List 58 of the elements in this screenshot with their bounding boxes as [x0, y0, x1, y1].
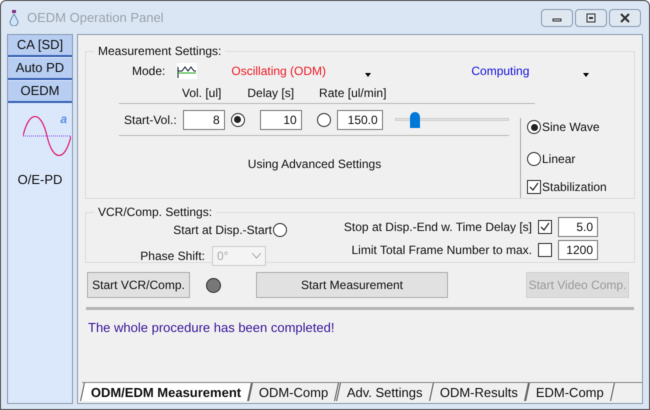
- tab[interactable]: ODM/EDM Measurement: [80, 383, 252, 401]
- time-delay-field[interactable]: 5.0: [558, 217, 598, 237]
- wave-option[interactable]: Sine Wave: [542, 118, 600, 136]
- maximize-button[interactable]: [575, 9, 607, 27]
- radio-button[interactable]: [273, 223, 287, 237]
- sidebar-letter: a: [60, 111, 67, 128]
- mode-label: Mode:: [132, 63, 166, 80]
- advanced-settings-text: Using Advanced Settings: [246, 156, 382, 173]
- close-icon: [619, 13, 631, 23]
- group-title: Measurement Settings:: [97, 43, 222, 60]
- action-button[interactable]: Start Measurement: [256, 272, 448, 298]
- sidebar-caption: O/E-PD: [16, 171, 64, 189]
- rate-slider[interactable]: [394, 112, 509, 128]
- radio-button[interactable]: [527, 120, 541, 134]
- checkbox[interactable]: [538, 220, 552, 234]
- caret-icon: [583, 73, 590, 77]
- sidebar-item[interactable]: OEDM: [8, 81, 72, 103]
- delay-field[interactable]: 10: [260, 110, 302, 130]
- tab[interactable]: ODM-Comp: [248, 383, 340, 401]
- radio-button[interactable]: [527, 152, 541, 166]
- slider-thumb[interactable]: [410, 112, 420, 128]
- waveform-icon: [177, 63, 198, 79]
- status-message: The whole procedure has been completed!: [88, 319, 336, 337]
- sidebar-item[interactable]: CA [SD]: [8, 35, 72, 57]
- radio-button[interactable]: [316, 112, 331, 126]
- group-title: VCR/Comp. Settings:: [97, 204, 214, 221]
- sine-wave-icon: [23, 116, 71, 156]
- start-vol-label: Start-Vol.:: [124, 112, 177, 128]
- column-header: Vol. [ul]: [182, 84, 222, 102]
- computing-dropdown[interactable]: Computing: [471, 62, 590, 80]
- limit-frames-label: Limit Total Frame Number to max.: [352, 242, 532, 259]
- wave-option[interactable]: Linear: [542, 150, 576, 168]
- app-icon: [9, 10, 19, 26]
- close-button[interactable]: [609, 9, 641, 27]
- phase-shift-label: Phase Shift:: [140, 248, 205, 265]
- tab[interactable]: Adv. Settings: [336, 383, 434, 401]
- mode-dropdown[interactable]: Oscillating (ODM): [231, 62, 372, 80]
- caret-icon: [365, 73, 372, 77]
- window-title: OEDM Operation Panel: [27, 8, 164, 27]
- minimize-button[interactable]: [541, 9, 573, 27]
- checkbox[interactable]: [538, 243, 552, 257]
- rate-field[interactable]: 150.0: [336, 110, 383, 130]
- column-header: Delay [s]: [247, 84, 294, 102]
- tab[interactable]: EDM-Comp: [525, 383, 616, 401]
- tab[interactable]: ODM-Results: [429, 383, 530, 401]
- sidebar-item[interactable]: Auto PD: [8, 58, 72, 80]
- radio-button[interactable]: [230, 112, 245, 126]
- stop-at-disp-label: Stop at Disp.-End w. Time Delay [s]: [344, 219, 532, 236]
- status-indicator: [206, 278, 221, 292]
- maximize-icon: [585, 13, 597, 23]
- frame-limit-field[interactable]: 1200: [558, 240, 598, 260]
- column-header: Rate [ul/min]: [319, 84, 386, 102]
- volume-field[interactable]: 8: [182, 110, 225, 130]
- start-at-disp-label: Start at Disp.-Start: [173, 222, 272, 239]
- stabilization-label[interactable]: Stabilization: [542, 178, 607, 196]
- checkbox[interactable]: [527, 180, 541, 194]
- chevron-icon: [252, 253, 261, 259]
- action-button[interactable]: Start VCR/Comp.: [87, 272, 190, 298]
